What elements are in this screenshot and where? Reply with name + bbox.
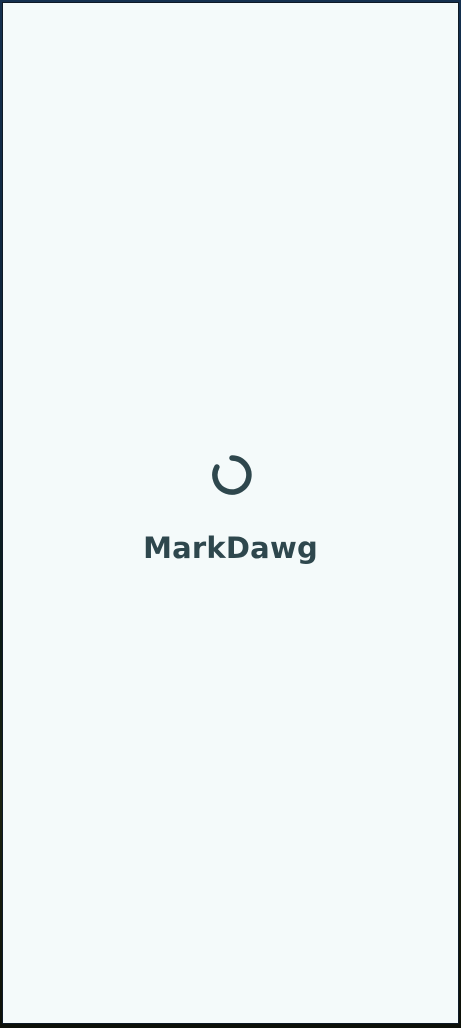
app-window: MarkDawg xyxy=(2,2,459,1024)
loading-screen: MarkDawg xyxy=(3,3,458,1023)
app-name: MarkDawg xyxy=(143,531,318,565)
spinner-icon xyxy=(212,455,252,495)
